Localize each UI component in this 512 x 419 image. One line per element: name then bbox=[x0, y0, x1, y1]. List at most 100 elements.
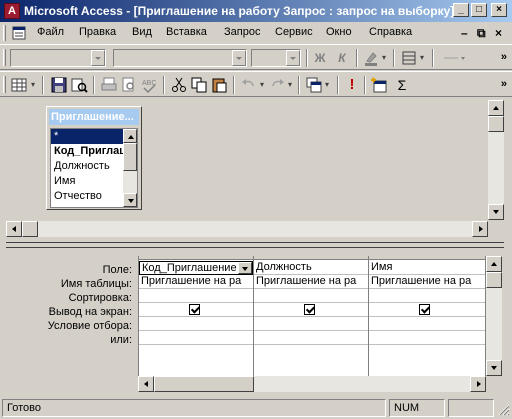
totals-button[interactable]: Σ bbox=[393, 76, 411, 94]
or-cell[interactable] bbox=[139, 331, 253, 345]
redo-dropdown[interactable]: ▾ bbox=[286, 76, 294, 94]
view-dropdown[interactable]: ▾ bbox=[29, 76, 37, 94]
upper-vertical-scrollbar[interactable] bbox=[488, 100, 504, 220]
grid-horizontal-scrollbar[interactable] bbox=[138, 376, 486, 392]
criteria-cell[interactable] bbox=[254, 317, 368, 331]
column-selector[interactable] bbox=[139, 256, 253, 260]
scroll-down-button[interactable] bbox=[123, 193, 137, 207]
line-width-icon[interactable] bbox=[440, 49, 468, 67]
undo-dropdown[interactable]: ▾ bbox=[258, 76, 266, 94]
field-item[interactable]: * bbox=[51, 129, 123, 144]
search-database-icon[interactable] bbox=[70, 76, 88, 94]
menu-help[interactable]: Справка bbox=[369, 26, 412, 38]
scroll-thumb[interactable] bbox=[154, 376, 254, 392]
redo-icon[interactable] bbox=[268, 76, 286, 94]
upper-horizontal-scrollbar[interactable] bbox=[6, 221, 488, 237]
mdi-close-button[interactable]: × bbox=[495, 26, 502, 40]
run-button[interactable]: ! bbox=[343, 76, 361, 94]
or-cell[interactable] bbox=[254, 331, 368, 345]
sort-cell[interactable] bbox=[369, 289, 485, 303]
field-list-window[interactable]: Приглашение... * Код_Приглаш Должность И… bbox=[46, 106, 142, 210]
grid-column[interactable]: Имя Приглашение на ра bbox=[369, 256, 486, 376]
pane-splitter[interactable] bbox=[6, 242, 504, 248]
toolbar-grip[interactable] bbox=[3, 76, 6, 93]
field-list[interactable]: * Код_Приглаш Должность Имя Отчество bbox=[50, 128, 138, 208]
field-cell[interactable]: Код_Приглашение bbox=[139, 261, 253, 275]
print-icon[interactable] bbox=[100, 76, 118, 94]
scroll-up-button[interactable] bbox=[123, 129, 137, 143]
toolbar-grip[interactable] bbox=[3, 49, 6, 66]
chevron-down-icon[interactable] bbox=[238, 262, 252, 274]
chevron-down-icon[interactable] bbox=[286, 50, 300, 66]
sort-cell[interactable] bbox=[139, 289, 253, 303]
table-cell[interactable]: Приглашение на ра bbox=[369, 275, 485, 289]
chevron-down-icon[interactable] bbox=[232, 50, 246, 66]
mdi-restore-button[interactable]: ⧉ bbox=[477, 26, 486, 41]
menu-query[interactable]: Запрос bbox=[224, 26, 260, 38]
menu-file[interactable]: Файл bbox=[37, 26, 64, 38]
maximize-button[interactable]: □ bbox=[471, 3, 487, 17]
criteria-cell[interactable] bbox=[369, 317, 485, 331]
column-selector[interactable] bbox=[369, 256, 485, 260]
menu-edit[interactable]: Правка bbox=[79, 26, 116, 38]
font-size-combo[interactable] bbox=[251, 49, 301, 67]
grid-column[interactable]: Должность Приглашение на ра bbox=[254, 256, 369, 376]
show-cell[interactable] bbox=[369, 303, 485, 317]
undo-icon[interactable] bbox=[240, 76, 258, 94]
menu-grip[interactable] bbox=[3, 25, 6, 41]
scroll-down-button[interactable] bbox=[486, 360, 502, 376]
italic-button[interactable]: К bbox=[333, 49, 351, 67]
save-icon[interactable] bbox=[50, 76, 68, 94]
cut-icon[interactable] bbox=[170, 76, 188, 94]
table-cell[interactable]: Приглашение на ра bbox=[254, 275, 368, 289]
scroll-thumb[interactable] bbox=[123, 143, 137, 171]
view-grid-icon[interactable] bbox=[10, 76, 28, 94]
query-document-icon[interactable] bbox=[12, 26, 26, 40]
scroll-right-button[interactable] bbox=[472, 221, 488, 237]
font-name-combo[interactable] bbox=[113, 49, 247, 67]
criteria-cell[interactable] bbox=[139, 317, 253, 331]
menu-insert[interactable]: Вставка bbox=[166, 26, 207, 38]
object-combo[interactable] bbox=[10, 49, 106, 67]
query-type-dropdown[interactable]: ▾ bbox=[323, 76, 331, 94]
close-button[interactable]: × bbox=[491, 3, 507, 17]
field-item[interactable]: Отчество bbox=[51, 189, 123, 204]
scroll-left-button[interactable] bbox=[6, 221, 22, 237]
field-cell[interactable]: Имя bbox=[369, 261, 485, 275]
resize-grip-icon[interactable] bbox=[497, 403, 510, 416]
scroll-up-button[interactable] bbox=[488, 100, 504, 116]
column-selector[interactable] bbox=[254, 256, 368, 260]
show-checkbox[interactable] bbox=[304, 304, 315, 315]
line-border-icon[interactable] bbox=[400, 49, 418, 67]
print-preview-icon[interactable] bbox=[120, 76, 138, 94]
field-item[interactable]: Должность bbox=[51, 159, 123, 174]
paste-icon[interactable] bbox=[210, 76, 228, 94]
scroll-thumb[interactable] bbox=[488, 116, 504, 132]
field-item[interactable]: Имя bbox=[51, 174, 123, 189]
fill-color-dropdown[interactable]: ▾ bbox=[380, 49, 388, 67]
query-type-icon[interactable] bbox=[305, 76, 323, 94]
scroll-down-button[interactable] bbox=[488, 204, 504, 220]
menu-window[interactable]: Окно bbox=[326, 26, 352, 38]
show-table-icon[interactable] bbox=[370, 76, 388, 94]
scroll-right-button[interactable] bbox=[470, 376, 486, 392]
show-cell[interactable] bbox=[139, 303, 253, 317]
menu-view[interactable]: Вид bbox=[132, 26, 152, 38]
show-checkbox[interactable] bbox=[419, 304, 430, 315]
mdi-minimize-button[interactable]: – bbox=[461, 26, 468, 40]
bold-button[interactable]: Ж bbox=[311, 49, 329, 67]
grid-vertical-scrollbar[interactable] bbox=[486, 256, 502, 376]
field-item[interactable]: Код_Приглаш bbox=[51, 144, 123, 159]
line-border-dropdown[interactable]: ▾ bbox=[418, 49, 426, 67]
show-cell[interactable] bbox=[254, 303, 368, 317]
copy-icon[interactable] bbox=[190, 76, 208, 94]
field-cell[interactable]: Должность bbox=[254, 261, 368, 275]
toolbar-overflow-chevron[interactable]: » bbox=[501, 51, 507, 63]
spelling-icon[interactable]: ABC bbox=[140, 76, 158, 94]
sort-cell[interactable] bbox=[254, 289, 368, 303]
chevron-down-icon[interactable] bbox=[91, 50, 105, 66]
show-checkbox[interactable] bbox=[189, 304, 200, 315]
scroll-left-button[interactable] bbox=[138, 376, 154, 392]
scroll-thumb[interactable] bbox=[486, 272, 502, 288]
field-list-title[interactable]: Приглашение... bbox=[49, 109, 139, 125]
